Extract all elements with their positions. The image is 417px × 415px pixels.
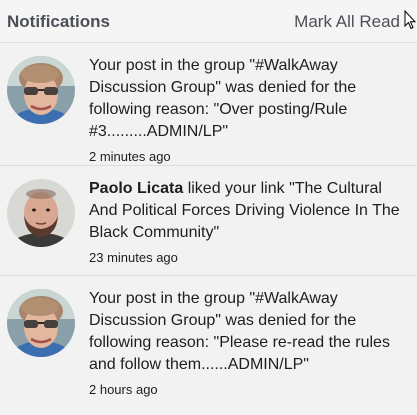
woman-with-glasses-avatar xyxy=(7,289,75,357)
notification-time: 2 hours ago xyxy=(89,382,158,397)
notification-item[interactable]: Paolo Licata liked your link "The Cultur… xyxy=(0,166,417,276)
notification-message: Your post in the group "#WalkAway Discus… xyxy=(89,290,390,373)
notification-item[interactable]: Your post in the group "#WalkAway Discus… xyxy=(0,276,417,414)
notification-text: Your post in the group "#WalkAway Discus… xyxy=(89,55,411,143)
notification-text: Paolo Licata liked your link "The Cultur… xyxy=(89,178,411,244)
notification-message: Your post in the group "#WalkAway Discus… xyxy=(89,57,357,140)
notification-time: 2 minutes ago xyxy=(89,149,171,164)
notification-body: Paolo Licata liked your link "The Cultur… xyxy=(89,178,411,266)
notifications-header: Notifications Mark All Read xyxy=(0,0,417,43)
notification-body: Your post in the group "#WalkAway Discus… xyxy=(89,288,411,398)
notification-time: 23 minutes ago xyxy=(89,250,178,265)
bearded-man-avatar xyxy=(7,179,75,247)
mark-all-read-button[interactable]: Mark All Read xyxy=(294,12,400,32)
notification-item[interactable]: Your post in the group "#WalkAway Discus… xyxy=(0,43,417,166)
notification-list: Your post in the group "#WalkAway Discus… xyxy=(0,43,417,414)
notifications-title: Notifications xyxy=(7,12,110,31)
notification-body: Your post in the group "#WalkAway Discus… xyxy=(89,55,411,165)
notification-actor: Paolo Licata xyxy=(89,180,184,197)
avatar xyxy=(7,179,75,247)
woman-with-glasses-avatar xyxy=(7,56,75,124)
avatar xyxy=(7,289,75,357)
notification-text: Your post in the group "#WalkAway Discus… xyxy=(89,288,411,376)
mouse-pointer-icon xyxy=(404,10,416,30)
notifications-panel: Notifications Mark All Read Your post in… xyxy=(0,0,417,415)
avatar xyxy=(7,56,75,124)
